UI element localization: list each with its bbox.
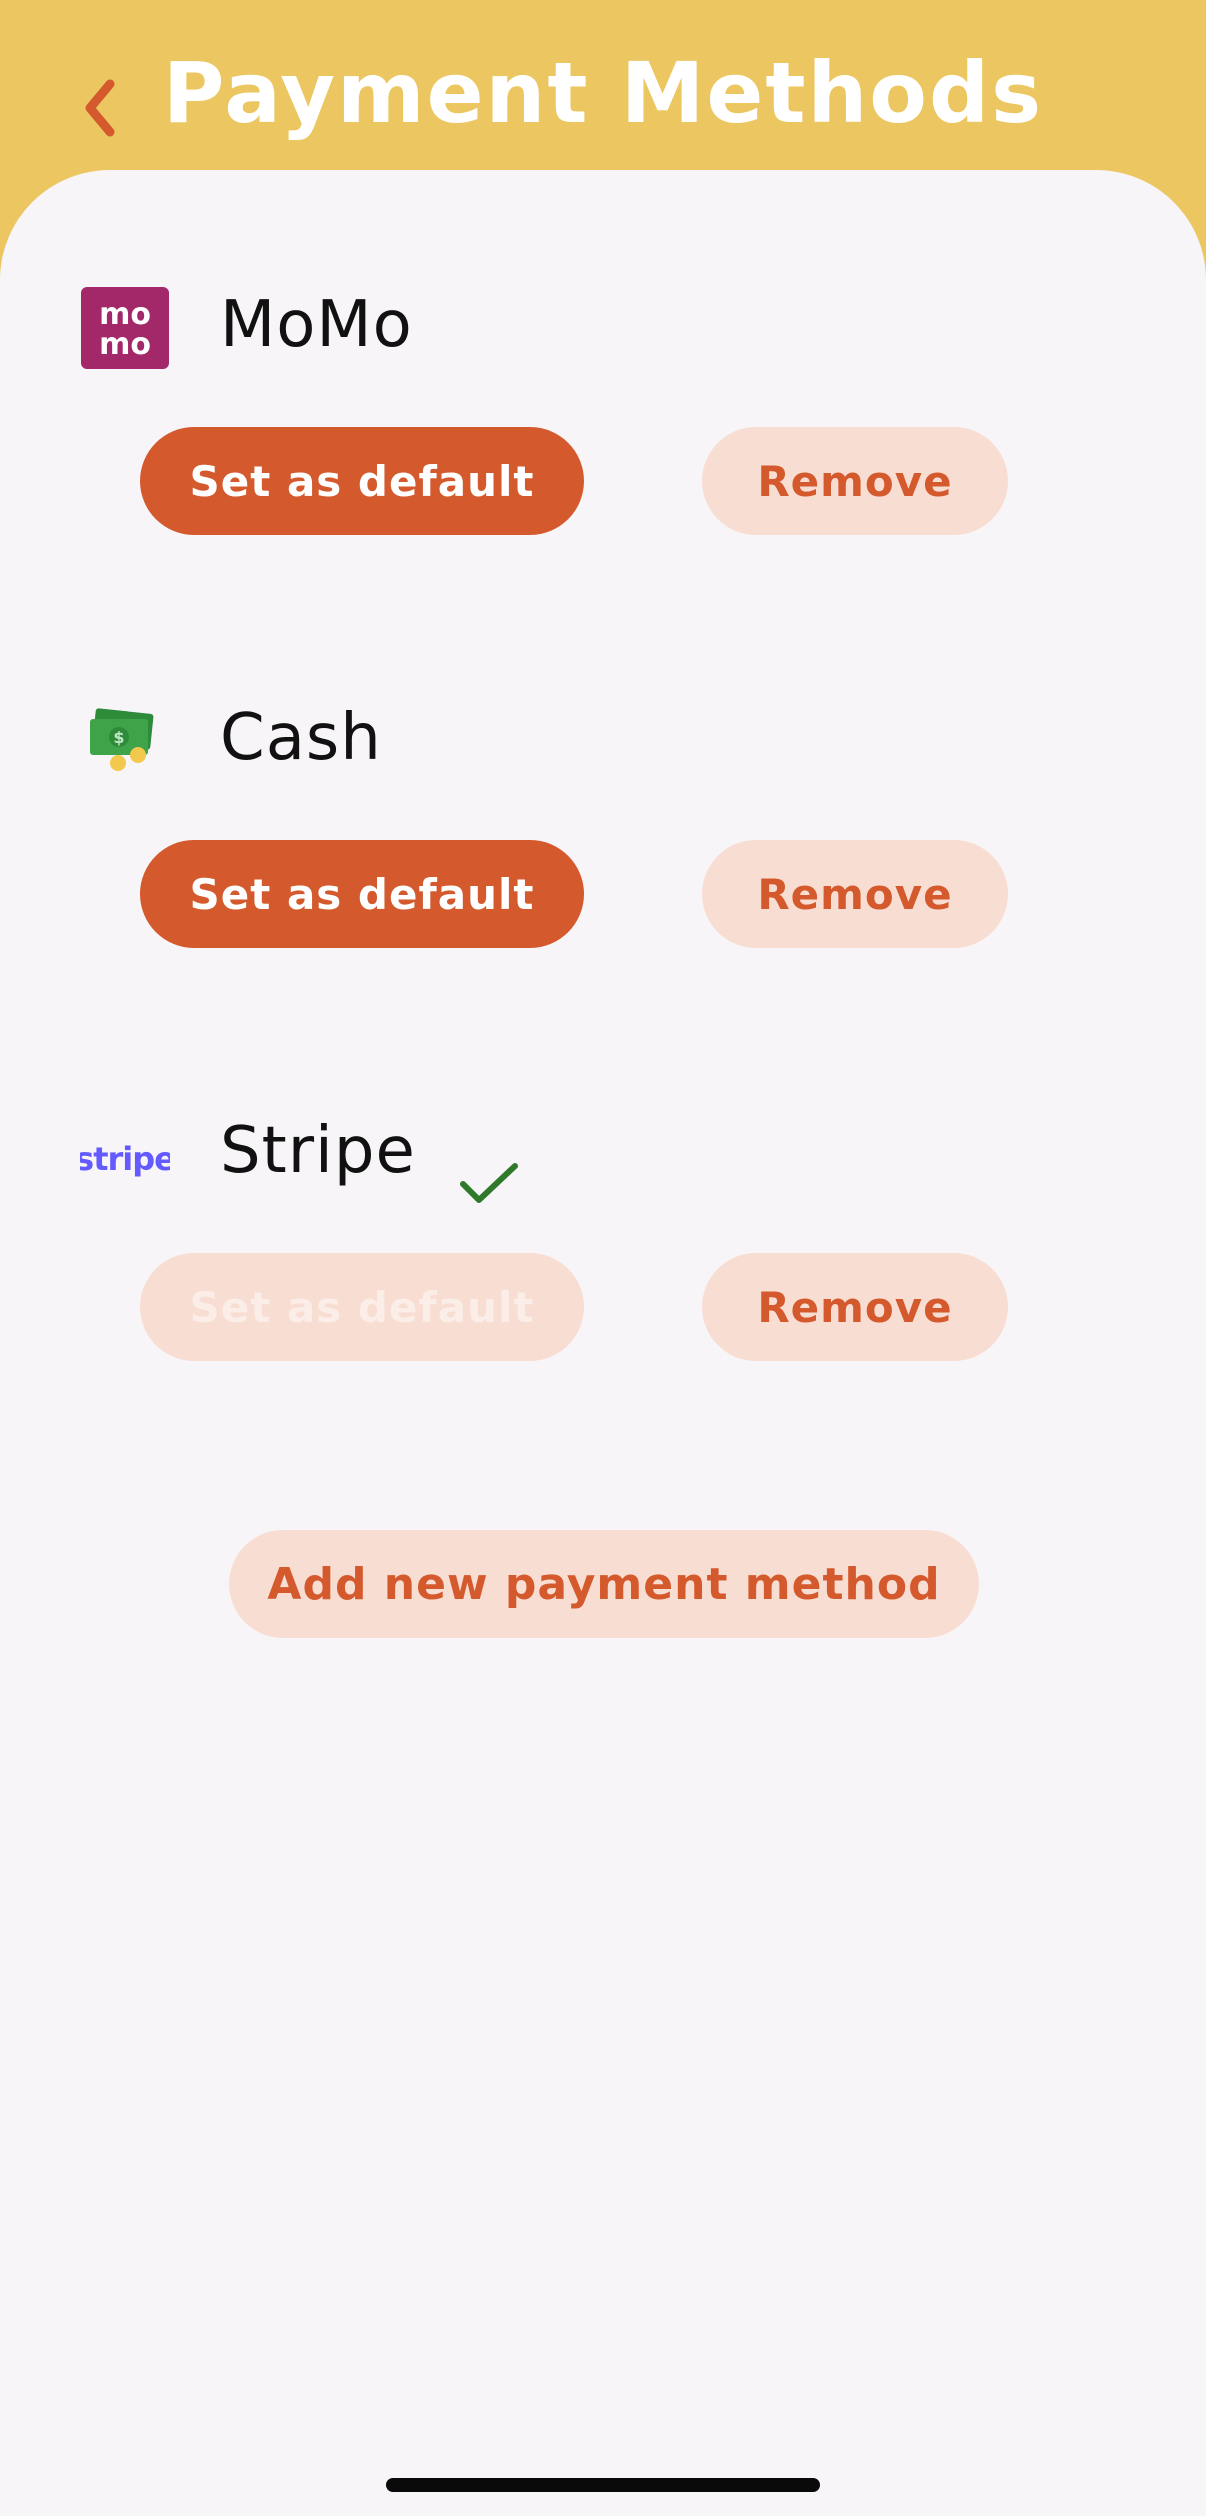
home-indicator (386, 2478, 820, 2492)
payment-method-header: $ Cash (80, 683, 1080, 783)
stripe-logo-icon: stripe (80, 1140, 170, 1178)
svg-text:$: $ (113, 728, 124, 747)
payment-method-stripe: stripe Stripe Set as default Remove (0, 1096, 1206, 1376)
set-default-button[interactable]: Set as default (140, 427, 584, 535)
remove-button[interactable]: Remove (702, 1253, 1008, 1361)
svg-text:mo: mo (99, 327, 151, 362)
momo-logo-icon: mo mo (81, 287, 169, 369)
payment-method-cash: $ Cash Set as default Remove (0, 683, 1206, 963)
method-name: MoMo (220, 288, 413, 362)
payment-method-header: stripe Stripe (80, 1096, 1080, 1203)
svg-text:stripe: stripe (80, 1140, 170, 1178)
method-name: Stripe (220, 1114, 416, 1188)
payment-method-header: mo mo MoMo (80, 270, 1080, 370)
add-payment-method-button[interactable]: Add new payment method (229, 1530, 979, 1638)
cash-icon: $ (90, 708, 154, 771)
remove-button[interactable]: Remove (702, 840, 1008, 948)
set-default-button[interactable]: Set as default (140, 1253, 584, 1361)
payment-method-momo: mo mo MoMo Set as default Remove (0, 270, 1206, 550)
method-name: Cash (220, 701, 382, 775)
check-icon (460, 1163, 518, 1203)
page-title: Payment Methods (162, 44, 1044, 142)
set-default-button[interactable]: Set as default (140, 840, 584, 948)
remove-button[interactable]: Remove (702, 427, 1008, 535)
